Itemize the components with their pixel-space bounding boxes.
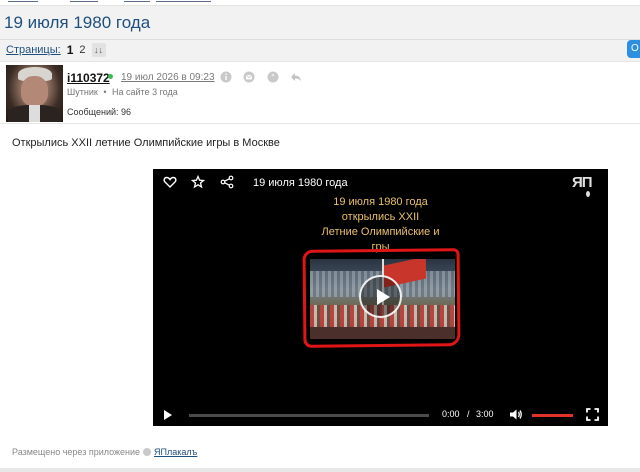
play-icon [377, 289, 390, 305]
video-caption-line: Летние Олимпийские и [321, 226, 440, 238]
reply-icon[interactable] [290, 71, 302, 83]
big-play-button[interactable] [359, 275, 402, 318]
page-current: 1 [66, 43, 74, 57]
mail-icon[interactable] [243, 71, 255, 83]
progress-track[interactable] [189, 414, 429, 417]
post-text: Открылись XXII летние Олимпийские игры в… [12, 137, 280, 149]
top-nav-link[interactable] [70, 0, 98, 2]
divider [0, 39, 640, 40]
svg-text:": " [271, 73, 275, 82]
divider [0, 468, 640, 472]
quote-icon[interactable]: " [267, 71, 279, 83]
app-link[interactable]: ЯПлакалъ [154, 447, 197, 457]
author-tenure: На сайте 3 года [112, 87, 178, 97]
pagination: Страницы: 1 2 ↓↓ [6, 43, 106, 57]
author-meta: Шутник • На сайте 3 года [67, 87, 178, 97]
sort-order-button[interactable]: ↓↓ [91, 43, 106, 57]
fullscreen-icon[interactable] [586, 408, 599, 421]
volume-level [532, 414, 573, 417]
time-separator: / [467, 409, 470, 419]
post-card: i110372 19 июл 2026 в 09:23 " Шутник • Н… [0, 61, 640, 468]
posted-via: Размещено через приложение ЯПлакалъ [12, 447, 197, 457]
info-icon[interactable] [220, 71, 232, 83]
heart-icon[interactable] [163, 175, 177, 189]
author-message-count: Сообщений: 96 [67, 107, 132, 117]
top-strip [0, 0, 640, 6]
star-icon[interactable] [191, 175, 205, 189]
app-icon [143, 448, 152, 456]
page-link-2[interactable]: 2 [79, 44, 85, 56]
video-title: 19 июля 1980 года [253, 177, 348, 189]
top-nav-link[interactable] [156, 0, 211, 2]
page-title: 19 июля 1980 года [4, 13, 151, 32]
top-nav-link[interactable] [124, 0, 150, 2]
post-date[interactable]: 19 июл 2026 в 09:23 [121, 72, 215, 83]
video-top-bar: 19 июля 1980 года ЯП [153, 169, 608, 197]
posted-via-label: Размещено через приложение [12, 447, 141, 457]
current-time: 0:00 [442, 409, 460, 419]
author-name[interactable]: i110372 [67, 71, 110, 85]
right-edge-button[interactable]: О [627, 40, 640, 58]
duration: 3:00 [476, 409, 494, 419]
online-status-icon [108, 74, 113, 79]
share-icon[interactable] [220, 175, 234, 189]
post-header: i110372 19 июл 2026 в 09:23 " Шутник • Н… [0, 62, 640, 124]
pagination-label: Страницы: [6, 44, 61, 56]
video-caption-line: открылись XXII [341, 211, 420, 223]
avatar[interactable] [6, 65, 63, 122]
author-role: Шутник [67, 87, 98, 97]
site-logo: ЯП [572, 174, 593, 191]
video-control-bar: 0:00 / 3:00 [153, 403, 608, 426]
video-player[interactable]: 19 июля 1980 года ЯП 19 июля 1980 года о… [153, 169, 608, 426]
volume-icon[interactable] [509, 408, 523, 421]
meta-separator: • [103, 87, 107, 97]
volume-slider[interactable] [532, 414, 573, 417]
top-nav-link[interactable] [8, 0, 38, 2]
play-icon[interactable] [164, 410, 172, 420]
video-caption-line: 19 июля 1980 года [333, 196, 428, 208]
